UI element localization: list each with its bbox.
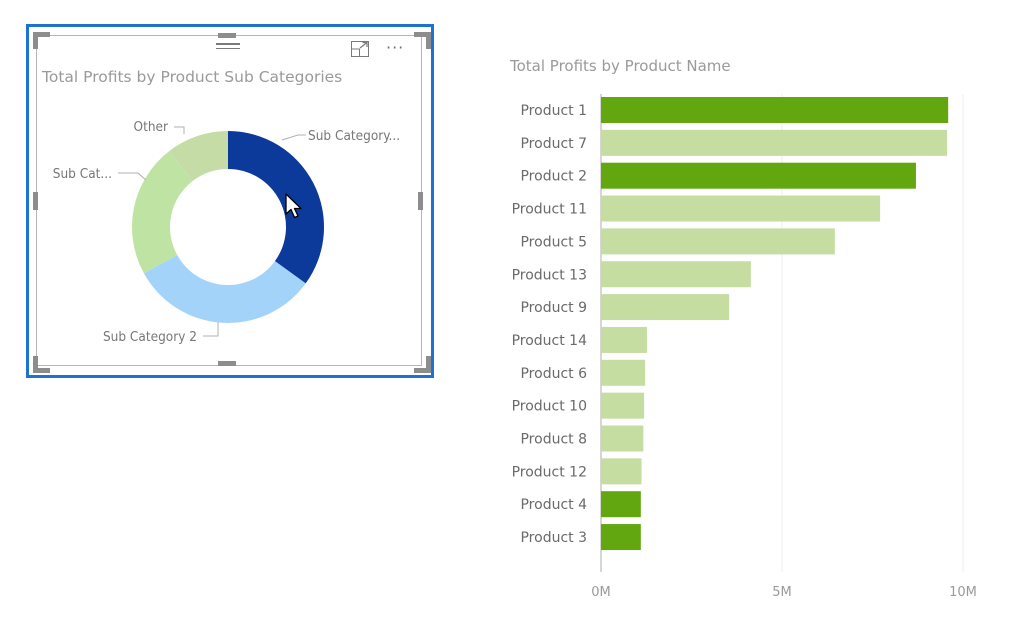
category-label: Product 7 (520, 136, 587, 152)
donut-slice-label: Sub Category 2 (103, 329, 197, 345)
category-label: Product 1 (520, 103, 587, 119)
donut-leader-line (174, 126, 185, 134)
donut-chart: Sub Category... Sub Category 2 Sub Cat... O… (53, 119, 400, 345)
bar-product-7[interactable] (601, 129, 948, 156)
bar-product-5[interactable] (601, 228, 835, 255)
category-label: Product 9 (520, 300, 587, 316)
bar-chart: Product 1 Product 7 Product 2 Product 11 Pro… (512, 94, 977, 600)
category-label: Product 13 (512, 267, 587, 283)
category-label: Product 5 (520, 234, 587, 250)
bar-product-13[interactable] (601, 261, 751, 288)
category-label: Product 14 (512, 333, 588, 349)
bar-product-10[interactable] (601, 392, 645, 419)
bar-product-1[interactable] (601, 97, 949, 123)
bar-product-2[interactable] (601, 162, 916, 189)
donut-slice-label: Sub Cat... (53, 166, 112, 182)
donut-slice-sub-category-1[interactable] (228, 131, 324, 284)
category-label: Product 6 (520, 366, 587, 382)
x-tick-label: 10M (949, 585, 977, 600)
category-label: Product 12 (512, 464, 587, 480)
donut-leader-line (203, 322, 219, 337)
bar-chart-title: Total Profits by Product Name (510, 57, 731, 75)
bar-product-6[interactable] (601, 359, 646, 386)
bar-product-11[interactable] (601, 195, 881, 222)
bar-product-9[interactable] (601, 294, 730, 321)
bar-product-3[interactable] (601, 524, 641, 551)
bar-product-14[interactable] (601, 326, 647, 353)
bar-product-12[interactable] (601, 458, 642, 485)
category-label: Product 8 (520, 432, 587, 448)
category-label: Product 3 (520, 530, 587, 546)
donut-slice-label: Sub Category... (308, 128, 400, 144)
category-label: Product 11 (512, 202, 587, 218)
donut-leader-line (118, 172, 147, 181)
category-label: Product 4 (520, 497, 587, 513)
x-tick-label: 0M (591, 585, 611, 600)
x-tick-label: 5M (772, 585, 792, 600)
donut-slice-label: Other (134, 119, 168, 135)
donut-leader-line (281, 134, 306, 141)
bar-product-4[interactable] (601, 491, 641, 518)
category-label: Product 2 (520, 169, 587, 185)
mouse-cursor-icon (285, 193, 302, 219)
category-label: Product 10 (512, 399, 587, 415)
bar-product-8[interactable] (601, 425, 644, 452)
